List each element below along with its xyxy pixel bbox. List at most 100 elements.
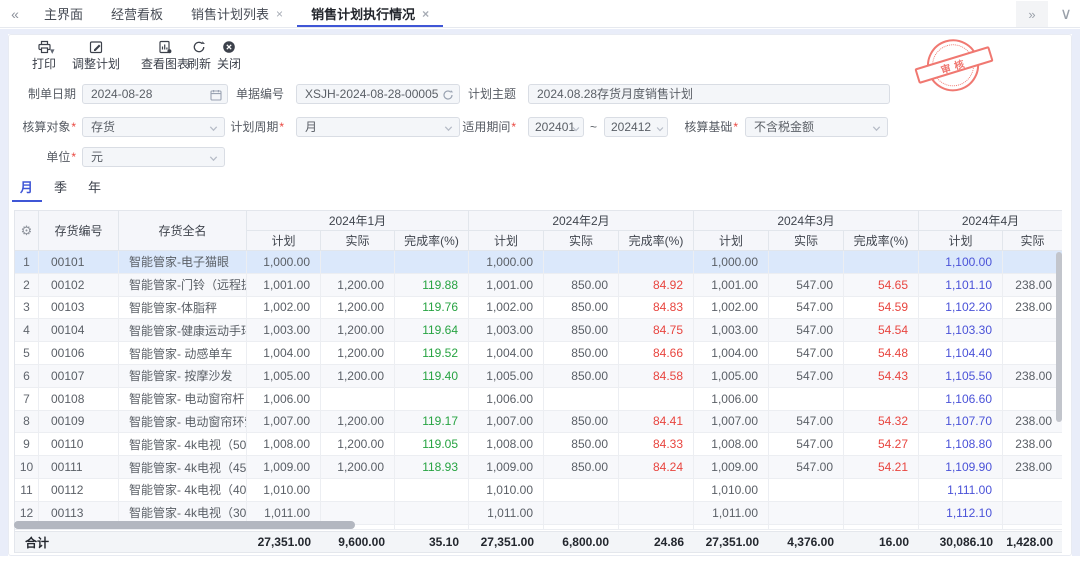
cell-plan: 1,106.60 — [919, 388, 1003, 411]
cell-actual: 547.00 — [769, 365, 844, 388]
cell-actual: 850.00 — [544, 365, 619, 388]
cell-empty — [1003, 525, 1062, 531]
refresh-button[interactable]: 刷新 — [182, 40, 216, 70]
table-row[interactable]: 1100112智能管家- 4k电视（40寸）1,010.001,010.001,… — [15, 479, 1062, 502]
refresh-icon[interactable] — [442, 88, 454, 104]
tab-dashboard[interactable]: 经营看板 — [97, 0, 177, 27]
app-window: « 主界面 经营看板 销售计划列表 × 销售计划执行情况 × » ∨ 打印 ▾ — [0, 0, 1080, 567]
cell-plan: 1,002.00 — [469, 297, 544, 320]
table-row[interactable]: 300103智能管家-体脂秤1,002.001,200.00119.761,00… — [15, 297, 1062, 320]
cell-empty — [844, 525, 919, 531]
cell-actual — [1003, 502, 1062, 525]
table-row[interactable]: 500106智能管家- 动感单车1,004.001,200.00119.521,… — [15, 342, 1062, 365]
close-tab-icon[interactable]: × — [422, 8, 429, 20]
table-total-row: 合计27,351.009,600.0035.1027,351.006,800.0… — [15, 531, 1062, 553]
print-button[interactable]: 打印 — [16, 40, 72, 70]
cell-plan: 1,002.00 — [247, 297, 321, 320]
chevron-down-icon — [571, 121, 581, 137]
table-row[interactable]: 200102智能管家-门铃（远程提示）1,001.001,200.00119.8… — [15, 274, 1062, 297]
cell-completion-rate — [395, 479, 469, 502]
tab-main[interactable]: 主界面 — [30, 0, 97, 27]
gear-icon[interactable]: ⚙ — [21, 223, 33, 239]
subject-input[interactable]: 2024.08.28存货月度销售计划 — [528, 84, 890, 104]
cell-empty — [619, 525, 694, 531]
basis-label: 核算基础* — [682, 117, 738, 137]
total-value: 27,351.00 — [469, 532, 544, 552]
table-row[interactable]: 100101智能管家-电子猫眼1,000.001,000.001,000.001… — [15, 251, 1062, 274]
total-value: 27,351.00 — [694, 532, 769, 552]
table-row[interactable]: 600107智能管家- 按摩沙发1,005.001,200.00119.401,… — [15, 365, 1062, 388]
cell-completion-rate — [395, 388, 469, 411]
cell-inventory-code: 00101 — [39, 251, 119, 274]
cell-actual: 238.00 — [1003, 411, 1062, 434]
cell-inventory-name: 智能管家- 按摩沙发 — [119, 365, 247, 388]
close-button[interactable]: 关闭 — [212, 40, 246, 70]
doc-no-input[interactable]: XSJH-2024-08-28-00005 — [296, 84, 460, 104]
cell-plan: 1,105.50 — [919, 365, 1003, 388]
tab-year[interactable]: 年 — [88, 177, 101, 199]
cell-actual: 238.00 — [1003, 365, 1062, 388]
active-tab-underline — [12, 200, 42, 202]
tab-quarter[interactable]: 季 — [54, 177, 67, 199]
subcolumn-header: 完成率(%) — [844, 231, 919, 251]
cell-plan: 1,003.00 — [694, 319, 769, 342]
cycle-select[interactable]: 月 — [296, 117, 460, 137]
cell-actual: 547.00 — [769, 342, 844, 365]
cell-actual — [544, 502, 619, 525]
code-column-header: 存货编号 — [39, 211, 119, 251]
horizontal-scrollbar[interactable] — [14, 521, 355, 529]
cell-actual: 547.00 — [769, 411, 844, 434]
print-dropdown-icon[interactable]: ▾ — [50, 46, 55, 57]
collapse-tabs-icon[interactable]: « — [0, 0, 30, 27]
table-row[interactable]: 900110智能管家- 4k电视（50寸）1,008.001,200.00119… — [15, 433, 1062, 456]
period-label: 适用期间* — [456, 117, 516, 137]
row-index: 11 — [15, 479, 39, 502]
made-date-input[interactable]: 2024-08-28 — [82, 84, 228, 104]
cell-actual — [544, 388, 619, 411]
subcolumn-header: 计划 — [469, 231, 544, 251]
basis-select[interactable]: 不含税金额 — [745, 117, 888, 137]
table-header: ⚙ 存货编号 存货全名 2024年1月计划实际完成率(%)2024年2月计划实际… — [15, 211, 1062, 251]
cell-inventory-code: 00107 — [39, 365, 119, 388]
chevron-down-icon — [208, 121, 219, 137]
adjust-plan-button[interactable]: 调整计划 — [68, 40, 124, 70]
tab-label: 销售计划列表 — [191, 4, 269, 23]
month-label: 2024年2月 — [469, 211, 694, 231]
subcolumn-header: 完成率(%) — [395, 231, 469, 251]
table-row[interactable]: 400104智能管家-健康运动手环1,003.001,200.00119.641… — [15, 319, 1062, 342]
cell-inventory-name: 智能管家- 电动窗帘环索 — [119, 411, 247, 434]
cell-actual — [1003, 388, 1062, 411]
frame-strip — [0, 29, 8, 556]
cell-empty — [544, 525, 619, 531]
cell-completion-rate: 119.52 — [395, 342, 469, 365]
tabs-overflow-icon[interactable]: » — [1016, 1, 1048, 27]
cell-actual — [321, 388, 395, 411]
tabs-menu-icon[interactable]: ∨ — [1056, 4, 1076, 24]
cell-actual: 850.00 — [544, 433, 619, 456]
cell-empty — [919, 525, 1003, 531]
close-tab-icon[interactable]: × — [276, 8, 283, 20]
object-label: 核算对象* — [0, 117, 76, 137]
table-row[interactable]: 800109智能管家- 电动窗帘环索1,007.001,200.00119.17… — [15, 411, 1062, 434]
unit-select[interactable]: 元 — [82, 147, 225, 167]
calendar-icon[interactable] — [210, 88, 222, 104]
table-row[interactable]: 1000111智能管家- 4k电视（45寸）1,009.001,200.0011… — [15, 456, 1062, 479]
cell-inventory-code: 00109 — [39, 411, 119, 434]
tab-sales-plan-list[interactable]: 销售计划列表 × — [177, 0, 297, 27]
cell-completion-rate: 119.17 — [395, 411, 469, 434]
table-row[interactable]: 700108智能管家- 电动窗帘杆1,006.001,006.001,006.0… — [15, 388, 1062, 411]
cell-completion-rate: 54.27 — [844, 433, 919, 456]
cell-actual: 850.00 — [544, 319, 619, 342]
period-to-select[interactable]: 202412 — [604, 117, 668, 137]
tab-sales-plan-execution[interactable]: 销售计划执行情况 × — [297, 0, 443, 27]
cell-completion-rate: 119.05 — [395, 433, 469, 456]
period-from-select[interactable]: 202401 — [528, 117, 584, 137]
object-select[interactable]: 存货 — [82, 117, 225, 137]
cell-plan: 1,002.00 — [694, 297, 769, 320]
subcolumn-header: 计划 — [694, 231, 769, 251]
cell-inventory-name: 智能管家-体脂秤 — [119, 297, 247, 320]
cell-completion-rate — [844, 479, 919, 502]
tab-month[interactable]: 月 — [20, 177, 33, 199]
vertical-scrollbar[interactable] — [1056, 252, 1062, 422]
cell-inventory-name: 智能管家- 动感单车 — [119, 342, 247, 365]
